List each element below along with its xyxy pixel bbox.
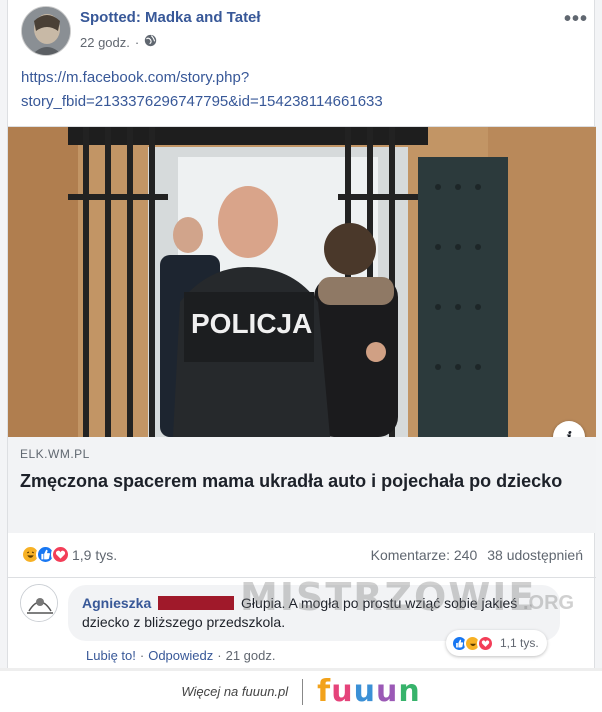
- action-separator: ·: [217, 648, 222, 663]
- comments-count[interactable]: Komentarze: 240: [371, 547, 478, 563]
- link-domain: ELK.WM.PL: [20, 447, 90, 461]
- reply-link[interactable]: Odpowiedz: [148, 648, 213, 663]
- watermark-suffix: .ORG: [523, 592, 575, 614]
- post-time[interactable]: 22 godz.: [80, 35, 130, 50]
- shares-count[interactable]: 38 udostępnień: [487, 547, 583, 563]
- globe-icon: [144, 34, 157, 50]
- like-comment-link[interactable]: Lubię to!: [86, 648, 136, 663]
- logo-letter: f: [317, 674, 332, 709]
- post-meta: 22 godz. ·: [80, 34, 157, 50]
- comment-author[interactable]: Agnieszka: [82, 595, 151, 611]
- more-dots-icon[interactable]: •••: [564, 8, 588, 31]
- link-photo[interactable]: POLICJA: [8, 127, 596, 437]
- post-link-line2[interactable]: story_fbid=2133376296747795&id=154238114…: [21, 90, 581, 114]
- logo-letter: u: [331, 674, 354, 709]
- reaction-count[interactable]: 1,9 tys.: [72, 547, 117, 563]
- more-at-link[interactable]: Więcej na fuuun.pl: [181, 684, 288, 699]
- fuuun-logo[interactable]: fuuun: [317, 674, 421, 709]
- link-meta[interactable]: ELK.WM.PL Zmęczona spacerem mama ukradła…: [8, 437, 596, 533]
- link-preview[interactable]: POLICJA i ELK.WM.PL Zmęczona spacerem ma…: [8, 126, 596, 533]
- screenshot-frame: Spotted: Madka and Tateł 22 godz. · ••• …: [0, 0, 602, 668]
- post-link-line1[interactable]: https://m.facebook.com/story.php?: [21, 66, 581, 90]
- link-headline[interactable]: Zmęczona spacerem mama ukradła auto i po…: [20, 468, 584, 494]
- site-footer: Więcej na fuuun.pl fuuun: [0, 668, 602, 712]
- logo-letter: u: [353, 674, 376, 709]
- comment-time[interactable]: 21 godz.: [226, 648, 276, 663]
- comment-actions: Lubię to! · Odpowiedz · 21 godz.: [86, 648, 275, 663]
- footer-divider: [302, 678, 304, 705]
- watermark: MISTRZOWIE: [240, 575, 537, 619]
- action-separator: ·: [139, 648, 145, 663]
- reaction-icons[interactable]: [21, 545, 70, 564]
- post-card: Spotted: Madka and Tateł 22 godz. · ••• …: [7, 0, 596, 668]
- post-text: https://m.facebook.com/story.php? story_…: [21, 66, 581, 114]
- comment-reaction-count: 1,1 tys.: [500, 636, 539, 650]
- redaction-bar: [158, 596, 235, 610]
- reactions-bar: 1,9 tys. Komentarze: 240 38 udostępnień: [8, 532, 596, 578]
- love-icon: [51, 545, 70, 564]
- love-icon: [477, 634, 494, 652]
- meta-separator: ·: [134, 34, 140, 50]
- photo-police-text: POLICJA: [191, 308, 312, 339]
- page-avatar[interactable]: [21, 6, 71, 56]
- comment-reactions[interactable]: 1,1 tys.: [446, 630, 547, 656]
- post-stats: Komentarze: 240 38 udostępnień: [371, 547, 583, 563]
- logo-letter: u: [375, 674, 399, 709]
- page-name[interactable]: Spotted: Madka and Tateł: [80, 9, 261, 26]
- logo-letter: n: [398, 674, 421, 709]
- commenter-avatar[interactable]: [20, 584, 58, 622]
